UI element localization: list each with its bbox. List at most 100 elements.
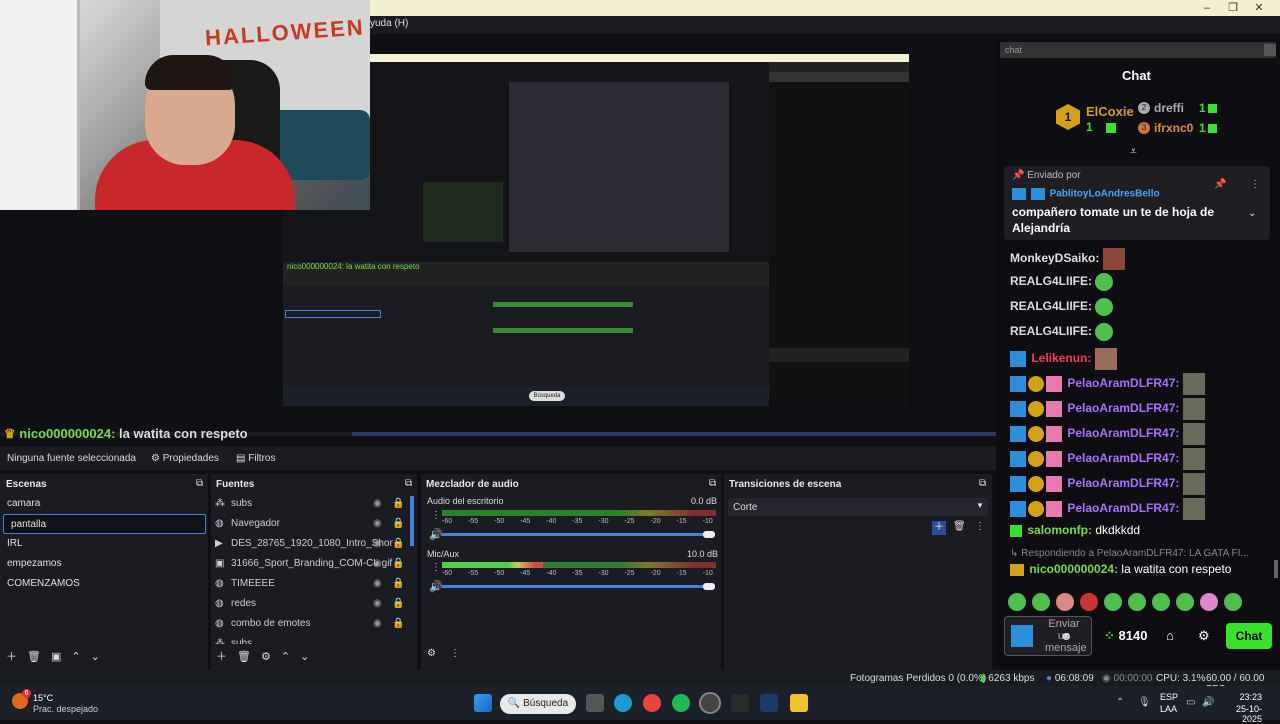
trash-icon[interactable]: 🗑 (953, 521, 966, 532)
volume-slider[interactable] (442, 585, 706, 588)
taskbar-search[interactable]: 🔍 Búsqueda (500, 694, 576, 714)
close-button[interactable]: ✕ (1246, 0, 1272, 16)
app-icon[interactable] (731, 694, 749, 712)
store-icon[interactable]: ⌂ (1166, 628, 1174, 643)
eye-icon[interactable]: ◉ (373, 534, 382, 554)
windows-start-icon[interactable] (474, 694, 492, 712)
up-icon[interactable]: ⌃ (71, 650, 80, 663)
source-row[interactable]: ◍ redes ◉ 🔒 (215, 594, 411, 614)
menu-help[interactable]: yuda (H) (370, 18, 408, 29)
task-view-icon[interactable] (586, 694, 604, 712)
gear-icon[interactable]: ⚙ (261, 650, 271, 663)
lock-icon[interactable]: 🔒 (392, 494, 404, 514)
source-row[interactable]: ▶ DES_28765_1920_1080_Intro_Shor ◉ 🔒 (215, 534, 411, 554)
add-transition-button[interactable]: ＋ (932, 521, 946, 535)
trash-icon[interactable]: 🗑 (27, 650, 41, 663)
emote-icon[interactable] (1176, 593, 1194, 611)
lock-icon[interactable]: 🔒 (392, 514, 404, 534)
chat-send-button[interactable]: Chat (1226, 623, 1272, 649)
steam-icon[interactable] (760, 694, 778, 712)
chevron-down-icon[interactable]: ⌄ (1248, 208, 1256, 219)
clock-time[interactable]: 23:23 (1218, 692, 1262, 702)
gear-icon[interactable]: ⚙ (1198, 628, 1210, 644)
speaker-icon[interactable]: 🔊 (429, 528, 443, 541)
emote-icon[interactable] (1032, 593, 1050, 611)
chevron-up-icon[interactable]: ⌃ (1116, 697, 1124, 708)
kebab-icon[interactable]: ⋮ (975, 521, 985, 532)
properties-button[interactable]: ⚙ Propiedades (151, 453, 219, 464)
up-icon[interactable]: ⌃ (281, 650, 290, 663)
eye-icon[interactable]: ◉ (373, 594, 382, 614)
chat-url-input[interactable]: chat (1000, 42, 1276, 58)
emote-icon[interactable] (1056, 593, 1074, 611)
network-icon[interactable]: ▭ (1186, 697, 1195, 708)
trash-icon[interactable]: 🗑 (237, 650, 251, 663)
sources-scrollbar[interactable] (410, 496, 414, 546)
emote-icon[interactable] (1152, 593, 1170, 611)
emote-icon[interactable] (1104, 593, 1122, 611)
dock-icon[interactable]: ⧉ (405, 478, 412, 489)
eye-icon[interactable]: ◉ (373, 614, 382, 634)
kebab-icon[interactable]: ⋮ (431, 510, 441, 521)
minimize-button[interactable]: – (1194, 0, 1220, 16)
add-icon[interactable]: ＋ (216, 648, 227, 664)
chat-message-input[interactable]: Enviar un mensaje (1004, 616, 1092, 656)
source-row[interactable]: ◍ combo de emotes ◉ 🔒 (215, 614, 411, 634)
lock-icon[interactable]: 🔒 (392, 614, 404, 634)
scene-item[interactable]: empezamos (0, 554, 206, 574)
gear-icon[interactable]: ⚙ (427, 648, 436, 659)
eye-icon[interactable]: ◉ (373, 574, 382, 594)
volume-knob[interactable] (703, 531, 715, 538)
maximize-button[interactable]: ❐ (1220, 0, 1246, 16)
dock-icon[interactable]: ⧉ (709, 478, 716, 489)
emote-icon[interactable] (1200, 593, 1218, 611)
folder-icon[interactable] (790, 694, 808, 712)
filters-button[interactable]: ▤ Filtros (236, 453, 275, 464)
add-icon[interactable]: ＋ (6, 648, 17, 664)
preview-scroll-thumb[interactable] (352, 432, 996, 436)
speaker-icon[interactable]: 🔊 (429, 580, 443, 593)
down-icon[interactable]: ⌄ (300, 650, 309, 663)
lock-icon[interactable]: 🔒 (392, 574, 404, 594)
spotify-icon[interactable] (672, 694, 690, 712)
scene-item[interactable]: IRL (0, 534, 206, 554)
source-row[interactable]: ⁂ subs (215, 634, 411, 644)
source-row[interactable]: ◍ TIMEEEE ◉ 🔒 (215, 574, 411, 594)
scene-item[interactable]: COMENZAMOS (0, 574, 206, 594)
pin-icon[interactable]: 📌 (1214, 179, 1226, 190)
emote-icon[interactable] (1224, 593, 1242, 611)
channel-points[interactable]: ⁘ 8140 (1104, 628, 1147, 644)
kebab-icon[interactable]: ⋮ (450, 648, 460, 659)
chat-scrollbar[interactable] (1274, 560, 1278, 578)
filter-icon[interactable]: ▣ (51, 650, 61, 663)
transition-select[interactable]: Corte ▼ (728, 498, 988, 516)
emote-icon[interactable] (1128, 593, 1146, 611)
mic-icon[interactable]: 🎙 (1138, 697, 1151, 708)
obs-icon[interactable] (699, 692, 721, 714)
dock-icon[interactable]: ⧉ (979, 478, 986, 489)
scene-item[interactable]: camara (0, 494, 206, 514)
eye-icon[interactable]: ◉ (373, 554, 382, 574)
close-icon[interactable] (1264, 44, 1276, 56)
collapse-icon[interactable]: ⩡ (1130, 144, 1137, 159)
kebab-icon[interactable]: ⋮ (431, 562, 441, 573)
chrome-icon[interactable] (643, 694, 661, 712)
kebab-icon[interactable]: ⋮ (1250, 179, 1260, 190)
scene-item-selected[interactable]: pantalla (3, 514, 206, 534)
down-icon[interactable]: ⌄ (91, 650, 100, 663)
lang-primary[interactable]: ESP (1160, 692, 1178, 702)
emote-icon[interactable] (1008, 593, 1026, 611)
lock-icon[interactable]: 🔒 (392, 554, 404, 574)
eye-icon[interactable]: ◉ (373, 514, 382, 534)
lock-icon[interactable]: 🔒 (392, 594, 404, 614)
emoji-icon[interactable]: ☻ (1060, 629, 1073, 643)
edge-icon[interactable] (614, 694, 632, 712)
volume-knob[interactable] (703, 583, 715, 590)
source-row[interactable]: ▣ 31666_Sport_Branding_COM-CL.gif ◉ 🔒 (215, 554, 411, 574)
volume-slider[interactable] (442, 533, 706, 536)
source-row[interactable]: ⁂ subs ◉ 🔒 (215, 494, 411, 514)
dock-icon[interactable]: ⧉ (196, 478, 203, 489)
volume-icon[interactable]: 🔊 (1202, 697, 1214, 708)
eye-icon[interactable]: ◉ (373, 494, 382, 514)
lock-icon[interactable]: 🔒 (392, 534, 404, 554)
